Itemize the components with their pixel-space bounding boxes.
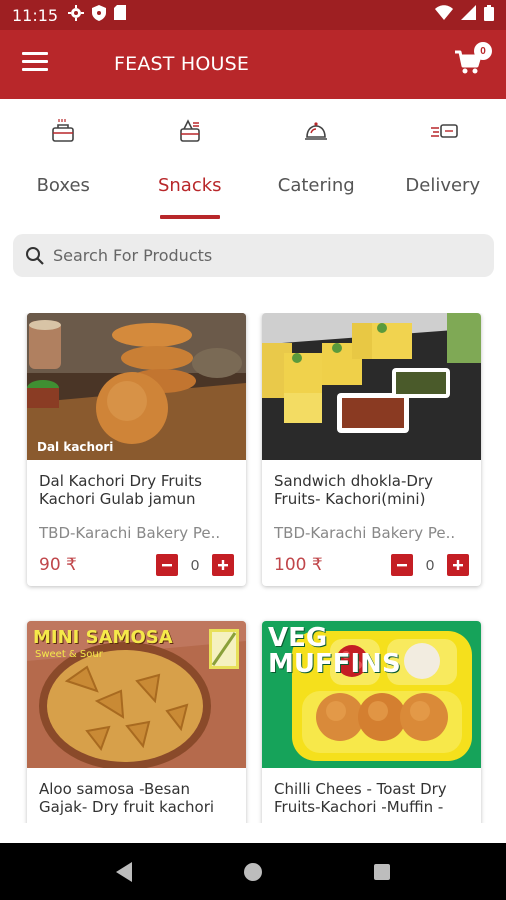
cart-count-badge: 0 [474,42,492,60]
tab-delivery[interactable]: Delivery [380,99,506,221]
product-image-dal-kachori: Dal kachori [27,313,246,460]
menu-button[interactable] [22,52,48,76]
image-caption: VEG MUFFINS [268,623,401,679]
hamburger-line [22,52,48,55]
quantity-value: 0 [190,556,200,574]
minus-icon [162,564,172,567]
status-time: 11:15 [12,5,59,25]
lunchbox-icon [49,117,77,145]
tab-snacks-label: Snacks [157,175,222,196]
active-tab-indicator [159,215,220,219]
delivery-icon [429,117,458,145]
product-name: Sandwich dhokla-Dry Fruits- Kachori(mini… [274,472,433,508]
product-store: TBD-Karachi Bakery Pe.. [274,524,456,542]
product-card[interactable]: VEG MUFFINS Chilli Chees - Toast Dry Fru… [262,621,481,823]
product-name: Dal Kachori Dry Fruits Kachori Gulab jam… [39,472,202,508]
search-bar[interactable] [13,234,494,277]
quantity-value: 0 [425,556,435,574]
plus-icon [218,560,228,570]
tab-boxes[interactable]: Boxes [0,99,127,221]
quantity-stepper: 0 [156,554,234,576]
back-button[interactable] [110,858,138,886]
search-icon [25,246,45,266]
image-caption: Dal kachori [37,440,114,454]
search-input[interactable] [53,246,453,265]
product-card[interactable]: MINI SAMOSA Sweet & Sour Aloo samosa -Be… [27,621,246,823]
shield-icon [92,4,107,26]
cart-icon [454,50,482,80]
snacks-icon [176,117,204,145]
cart-button[interactable]: 0 [454,42,492,80]
product-grid: Dal kachori Dal Kachori Dry Fruits Kacho… [0,313,506,823]
product-image-mini-samosa: MINI SAMOSA Sweet & Sour [27,621,246,768]
recents-button[interactable] [368,858,396,886]
product-image-sandwich-dhokla [262,313,481,460]
hamburger-line [22,68,48,71]
cloche-icon [302,117,330,145]
category-tabs: Boxes Snacks Catering Delivery [0,99,506,221]
minus-icon [397,564,407,567]
system-navigation-bar [0,843,506,900]
tab-catering[interactable]: Catering [253,99,380,221]
sd-card-icon [114,5,127,25]
app-bar: FEAST HOUSE 0 [0,30,506,99]
home-circle-icon [243,862,262,881]
product-name: Aloo samosa -Besan Gajak- Dry fruit kach… [39,780,215,816]
increase-quantity-button[interactable] [447,554,469,576]
signal-icon [461,5,476,25]
home-button[interactable] [239,858,267,886]
quantity-stepper: 0 [391,554,469,576]
tab-snacks[interactable]: Snacks [127,99,254,221]
battery-icon [484,4,494,26]
plus-icon [453,560,463,570]
back-triangle-icon [116,861,133,882]
tab-delivery-label: Delivery [405,175,481,196]
status-bar: 11:15 [0,0,506,30]
recents-square-icon [373,863,390,880]
product-store: TBD-Karachi Bakery Pe.. [39,524,221,542]
settings-gear-icon [68,4,85,26]
product-price: 100 ₹ [274,555,323,575]
product-price: 90 ₹ [39,555,77,575]
decrease-quantity-button[interactable] [391,554,413,576]
hamburger-line [22,60,48,63]
tab-boxes-label: Boxes [36,175,90,196]
product-card[interactable]: Dal kachori Dal Kachori Dry Fruits Kacho… [27,313,246,586]
product-card[interactable]: Sandwich dhokla-Dry Fruits- Kachori(mini… [262,313,481,586]
image-subcaption: Sweet & Sour [35,649,103,660]
image-caption: MINI SAMOSA [33,627,173,648]
wifi-icon [435,5,453,25]
app-title: FEAST HOUSE [114,53,250,75]
increase-quantity-button[interactable] [212,554,234,576]
decrease-quantity-button[interactable] [156,554,178,576]
tab-catering-label: Catering [277,175,355,196]
product-image-veg-muffins: VEG MUFFINS [262,621,481,768]
product-name: Chilli Chees - Toast Dry Fruits-Kachori … [274,780,447,816]
